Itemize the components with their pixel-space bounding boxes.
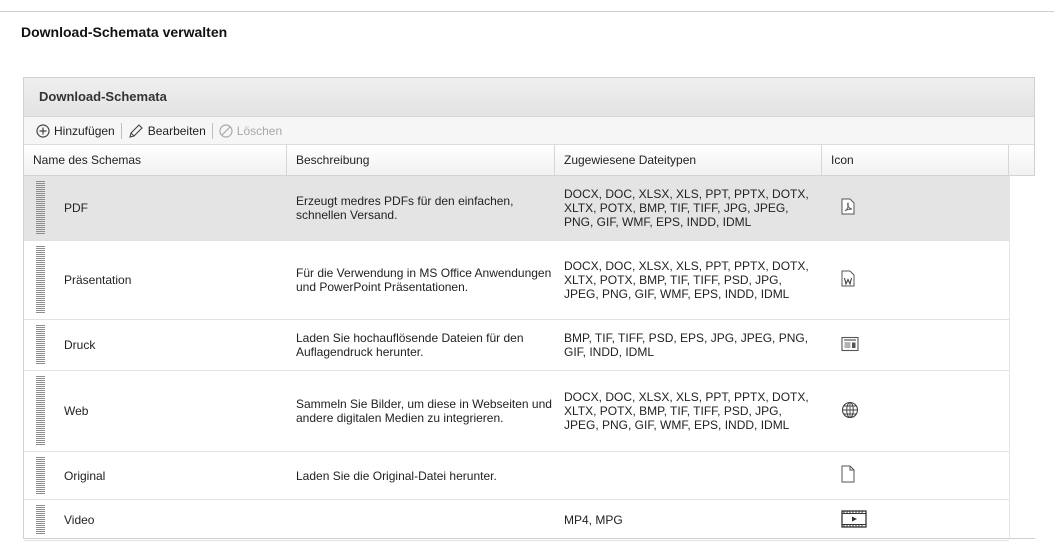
column-header-name[interactable]: Name des Schemas: [24, 145, 287, 175]
name-cell: Video: [24, 500, 287, 540]
edit-button-label: Bearbeiten: [147, 123, 206, 138]
toolbar-divider: [120, 122, 122, 139]
description-cell: Laden Sie die Original-Datei herunter.: [296, 468, 497, 483]
drag-handle[interactable]: [36, 325, 45, 365]
edit-button[interactable]: Bearbeiten: [128, 123, 206, 139]
scroll-gutter: [1009, 176, 1035, 538]
description-cell: Für die Verwendung in MS Office Anwendun…: [296, 266, 552, 294]
blank-file-icon: [841, 465, 855, 486]
delete-button[interactable]: Löschen: [219, 124, 282, 138]
globe-icon: [841, 401, 859, 422]
print-layout-icon: [841, 336, 859, 355]
top-divider: [0, 11, 1054, 12]
icon-cell: [822, 500, 1009, 540]
schema-name: Druck: [64, 338, 96, 352]
name-cell: PDF: [24, 176, 287, 240]
icon-cell: [822, 371, 1009, 451]
schema-name: Video: [64, 513, 95, 527]
icon-cell: [822, 241, 1009, 319]
toolbar-divider: [211, 122, 213, 139]
add-button-label: Hinzufügen: [54, 123, 115, 138]
pdf-file-icon: [841, 198, 855, 218]
description-cell: [287, 500, 555, 540]
word-file-icon: [841, 270, 855, 290]
schema-name: Präsentation: [64, 273, 132, 287]
description-cell: Sammeln Sie Bilder, um diese in Webseite…: [296, 397, 552, 425]
name-cell: Präsentation: [24, 241, 287, 319]
column-header-file-types[interactable]: Zugewiesene Dateitypen: [555, 145, 822, 175]
drag-handle[interactable]: [36, 457, 45, 494]
column-header-filler: [1009, 145, 1034, 175]
name-cell: Druck: [24, 320, 287, 370]
drag-handle[interactable]: [36, 246, 45, 314]
table-row[interactable]: Video MP4, MPG: [24, 500, 1009, 541]
plus-circle-icon: [36, 123, 50, 138]
file-types-cell: DOCX, DOC, XLSX, XLS, PPT, PPTX, DOTX, X…: [564, 187, 809, 229]
description-cell: Laden Sie hochauflösende Dateien für den…: [296, 331, 524, 359]
table-row[interactable]: PDF Erzeugt medres PDFs für den einfache…: [24, 176, 1009, 241]
icon-cell: [822, 452, 1009, 499]
add-button[interactable]: Hinzufügen: [36, 124, 115, 138]
pencil-icon: [128, 123, 144, 139]
panel-title: Download-Schemata: [24, 78, 1034, 117]
video-icon: [841, 509, 867, 531]
file-types-cell: [555, 452, 822, 499]
schemata-panel: Download-Schemata Hinzufügen Bearbeiten …: [23, 77, 1035, 541]
drag-handle[interactable]: [36, 376, 45, 446]
file-types-cell: DOCX, DOC, XLSX, XLS, PPT, PPTX, DOTX, X…: [564, 259, 809, 301]
table-row[interactable]: Druck Laden Sie hochauflösende Dateien f…: [24, 320, 1009, 371]
description-cell: Erzeugt medres PDFs für den einfachen, s…: [296, 194, 514, 222]
delete-button-label: Löschen: [236, 123, 283, 138]
file-types-cell: DOCX, DOC, XLSX, XLS, PPT, PPTX, DOTX, X…: [564, 390, 809, 432]
name-cell: Web: [24, 371, 287, 451]
table-row[interactable]: Präsentation Für die Verwendung in MS Of…: [24, 241, 1009, 320]
file-types-cell: MP4, MPG: [564, 513, 623, 527]
name-cell: Original: [24, 452, 287, 499]
table-row[interactable]: Web Sammeln Sie Bilder, um diese in Webs…: [24, 371, 1009, 452]
file-types-cell: BMP, TIF, TIFF, PSD, EPS, JPG, JPEG, PNG…: [564, 331, 809, 359]
page-title: Download-Schemata verwalten: [21, 24, 228, 40]
column-header-description[interactable]: Beschreibung: [287, 145, 555, 175]
icon-cell: [822, 176, 1009, 240]
drag-handle[interactable]: [36, 181, 45, 235]
schema-name: Original: [64, 468, 106, 483]
table-body: PDF Erzeugt medres PDFs für den einfache…: [24, 176, 1034, 541]
toolbar: Hinzufügen Bearbeiten Löschen: [24, 117, 1034, 145]
icon-cell: [822, 320, 1009, 370]
table-header: Name des Schemas Beschreibung Zugewiesen…: [24, 145, 1034, 176]
table-row[interactable]: Original Laden Sie die Original-Datei he…: [24, 452, 1009, 500]
column-header-icon[interactable]: Icon: [822, 145, 1009, 175]
prohibited-icon: [219, 123, 233, 138]
schema-name: Web: [64, 404, 89, 418]
schema-name: PDF: [64, 201, 88, 215]
